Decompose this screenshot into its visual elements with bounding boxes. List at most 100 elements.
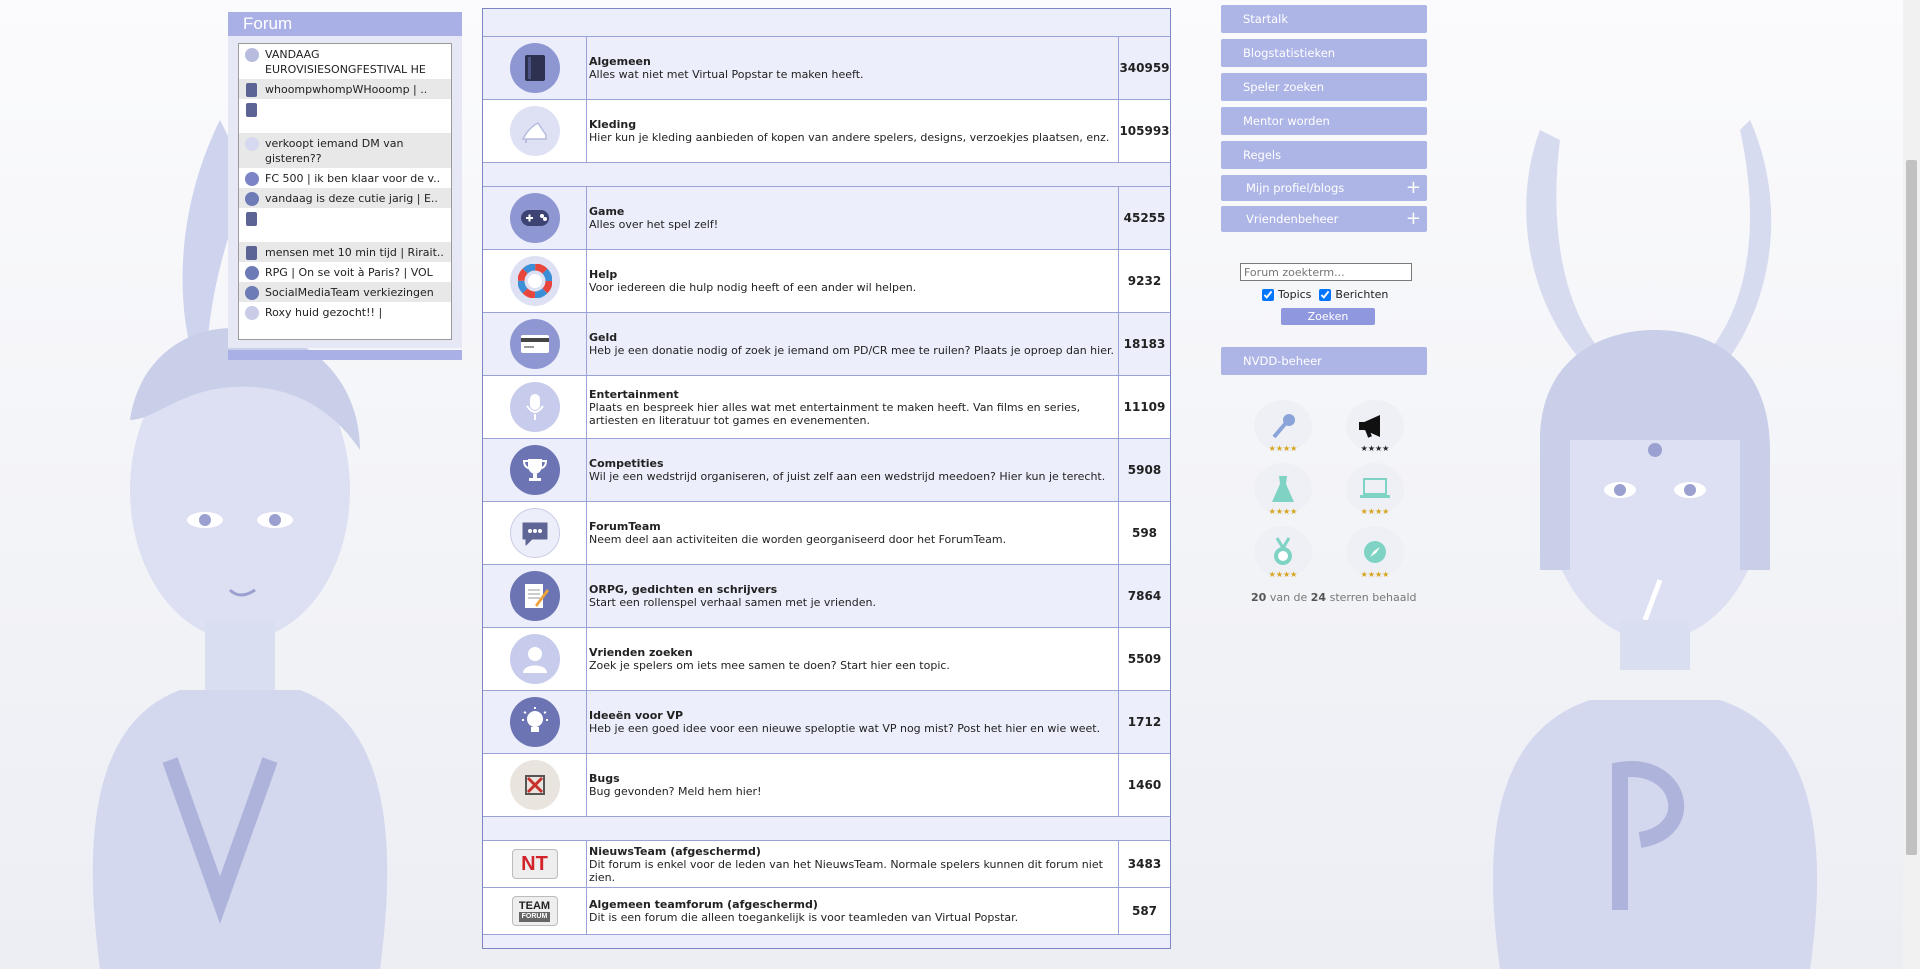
lifebuoy-icon (509, 256, 560, 306)
widget-title: Forum (228, 12, 462, 36)
achievement-badge[interactable]: ★★★★ (1252, 463, 1314, 516)
forum-row-nieuwsteam[interactable]: NT NieuwsTeam (afgeschermd) Dit forum is … (483, 840, 1170, 887)
forum-row-competities[interactable]: Competities Wil je een wedstrijd organise… (483, 438, 1170, 501)
list-item[interactable]: SocialMediaTeam verkiezingen (239, 282, 451, 302)
book-icon (509, 43, 560, 93)
forum-description: Voor iedereen die hulp nodig heeft of ee… (589, 281, 917, 294)
side-menu: Startalk Blogstatistieken Speler zoeken … (1221, 5, 1427, 237)
list-item[interactable]: Roxy huid gezocht!! | (239, 302, 451, 322)
forum-row-entertainment[interactable]: Entertainment Plaats en bespreek hier all… (483, 375, 1170, 438)
list-item[interactable]: mensen met 10 min tijd | Rirait.. (239, 242, 451, 262)
forum-row-kleding[interactable]: Kleding Hier kun je kleding aanbieden of … (483, 99, 1170, 162)
list-item[interactable] (239, 208, 451, 242)
list-item[interactable]: vandaag is deze cutie jarig | E.. (239, 188, 451, 208)
topics-checkbox[interactable] (1262, 288, 1274, 301)
menu-mentor-worden[interactable]: Mentor worden (1221, 107, 1427, 135)
menu-startalk[interactable]: Startalk (1221, 5, 1427, 33)
list-item[interactable]: RPG | On se voit à Paris? | VOL (239, 262, 451, 282)
menu-regels[interactable]: Regels (1221, 141, 1427, 169)
forum-row-orpg[interactable]: ORPG, gedichten en schrijvers Start een r… (483, 564, 1170, 627)
forum-title[interactable]: Bugs (589, 772, 1116, 785)
forum-title[interactable]: Ideeën voor VP (589, 709, 1116, 722)
list-item[interactable]: whoompwhompWHooomp | .. (239, 79, 451, 99)
berichten-checkbox-label[interactable]: Berichten (1319, 288, 1388, 301)
notepad-icon (509, 571, 560, 621)
forum-title[interactable]: Help (589, 268, 1116, 281)
book-icon (246, 212, 257, 226)
star-rating: ★★★★ (1268, 507, 1298, 516)
plus-icon[interactable]: + (1406, 206, 1421, 232)
forum-title[interactable]: Kleding (589, 118, 1116, 131)
topic-count: 340959 (1118, 37, 1170, 99)
bubble-icon (245, 306, 259, 320)
star-rating: ★★★★ (1360, 570, 1390, 579)
forum-title[interactable]: Game (589, 205, 1116, 218)
table-spacer (483, 162, 1170, 186)
achievement-badge[interactable]: ★★★★ (1344, 463, 1406, 516)
team-forum-badge-icon: TEAM FORUM (511, 896, 558, 926)
page-scrollbar[interactable] (1903, 0, 1920, 969)
scrollbar-thumb[interactable] (1906, 160, 1917, 855)
forum-title[interactable]: Algemeen teamforum (afgeschermd) (589, 898, 1116, 911)
achievement-badge[interactable]: ★★★★ (1252, 400, 1314, 453)
topic-count: 105993 (1118, 100, 1170, 162)
forum-row-algemeen[interactable]: Algemeen Alles wat niet met Virtual Popst… (483, 36, 1170, 99)
forum-row-forumteam[interactable]: ForumTeam Neem deel aan activiteiten die … (483, 501, 1170, 564)
search-input[interactable] (1240, 263, 1412, 281)
achievement-badge[interactable]: ★★★★ (1344, 400, 1406, 453)
trophy-icon (509, 445, 560, 495)
forum-title[interactable]: Vrienden zoeken (589, 646, 1116, 659)
forum-title[interactable]: ORPG, gedichten en schrijvers (589, 583, 1116, 596)
forum-row-geld[interactable]: Geld Heb je een donatie nodig of zoek je … (483, 312, 1170, 375)
high-heel-icon (509, 106, 560, 156)
nt-badge-icon: NT (511, 849, 558, 879)
star-achievements: ★★★★ ★★★★ ★★★★ ★★★★ ★★★★ ★★★★ 20 van de … (1250, 400, 1420, 604)
topic-count: 5908 (1118, 439, 1170, 501)
topic-count: 5509 (1118, 628, 1170, 690)
achievement-badge[interactable]: ★★★★ (1344, 526, 1406, 579)
forum-description: Plaats en bespreek hier alles wat met en… (589, 400, 1081, 427)
forum-description: Zoek je spelers om iets mee samen te doe… (589, 659, 950, 672)
topic-count: 587 (1118, 888, 1170, 934)
forum-title[interactable]: Geld (589, 331, 1116, 344)
star-rating: ★★★★ (1268, 444, 1298, 453)
book-icon (246, 246, 257, 260)
search-button[interactable]: Zoeken (1281, 308, 1375, 325)
forum-title[interactable]: Entertainment (589, 388, 1116, 401)
microphone-icon (509, 382, 560, 432)
gamepad-icon (245, 192, 259, 206)
menu-vriendenbeheer[interactable]: Vriendenbeheer + (1221, 206, 1427, 232)
forum-row-help[interactable]: Help Voor iedereen die hulp nodig heeft o… (483, 249, 1170, 312)
topics-checkbox-label[interactable]: Topics (1262, 288, 1311, 301)
menu-nvdd-beheer[interactable]: NVDD-beheer (1221, 347, 1427, 375)
stars-summary: 20 van de 24 sterren behaald (1251, 591, 1417, 604)
forum-description: Dit is een forum die alleen toegankelijk… (589, 911, 1019, 924)
menu-blogstatistieken[interactable]: Blogstatistieken (1221, 39, 1427, 67)
forum-description: Alles wat niet met Virtual Popstar te ma… (589, 68, 864, 81)
forum-row-bugs[interactable]: Bugs Bug gevonden? Meld hem hier! 1460 (483, 753, 1170, 816)
berichten-checkbox[interactable] (1319, 288, 1332, 301)
forum-title[interactable]: Competities (589, 457, 1116, 470)
forum-title[interactable]: NieuwsTeam (afgeschermd) (589, 845, 1116, 858)
forum-description: Heb je een donatie nodig of zoek je iema… (589, 344, 1114, 357)
achievement-badge[interactable]: ★★★★ (1252, 526, 1314, 579)
forum-title[interactable]: Algemeen (589, 55, 1116, 68)
list-item[interactable]: VANDAAG EUROVISIESONGFESTIVAL HE (239, 44, 451, 79)
forum-title[interactable]: ForumTeam (589, 520, 1116, 533)
menu-speler-zoeken[interactable]: Speler zoeken (1221, 73, 1427, 101)
menu-mijn-profiel[interactable]: Mijn profiel/blogs + (1221, 175, 1427, 201)
person-icon (509, 634, 560, 684)
forum-row-vrienden-zoeken[interactable]: Vrienden zoeken Zoek je spelers om iets m… (483, 627, 1170, 690)
lightbulb-icon (509, 697, 560, 747)
right-character-illustration (1492, 120, 1818, 969)
star-rating: ★★★★ (1360, 507, 1390, 516)
topic-count: 11109 (1118, 376, 1170, 438)
forum-row-game[interactable]: Game Alles over het spel zelf! 45255 (483, 186, 1170, 249)
forum-row-ideeen[interactable]: Ideeën voor VP Heb je een goed idee voor … (483, 690, 1170, 753)
list-item[interactable]: FC 500 | ik ben klaar voor de v.. (239, 168, 451, 188)
list-item[interactable]: verkoopt iemand DM van gisteren?? (239, 133, 451, 168)
plus-icon[interactable]: + (1406, 175, 1421, 201)
forum-row-teamforum[interactable]: TEAM FORUM Algemeen teamforum (afgescher… (483, 887, 1170, 934)
list-item[interactable] (239, 99, 451, 133)
topic-count: 18183 (1118, 313, 1170, 375)
